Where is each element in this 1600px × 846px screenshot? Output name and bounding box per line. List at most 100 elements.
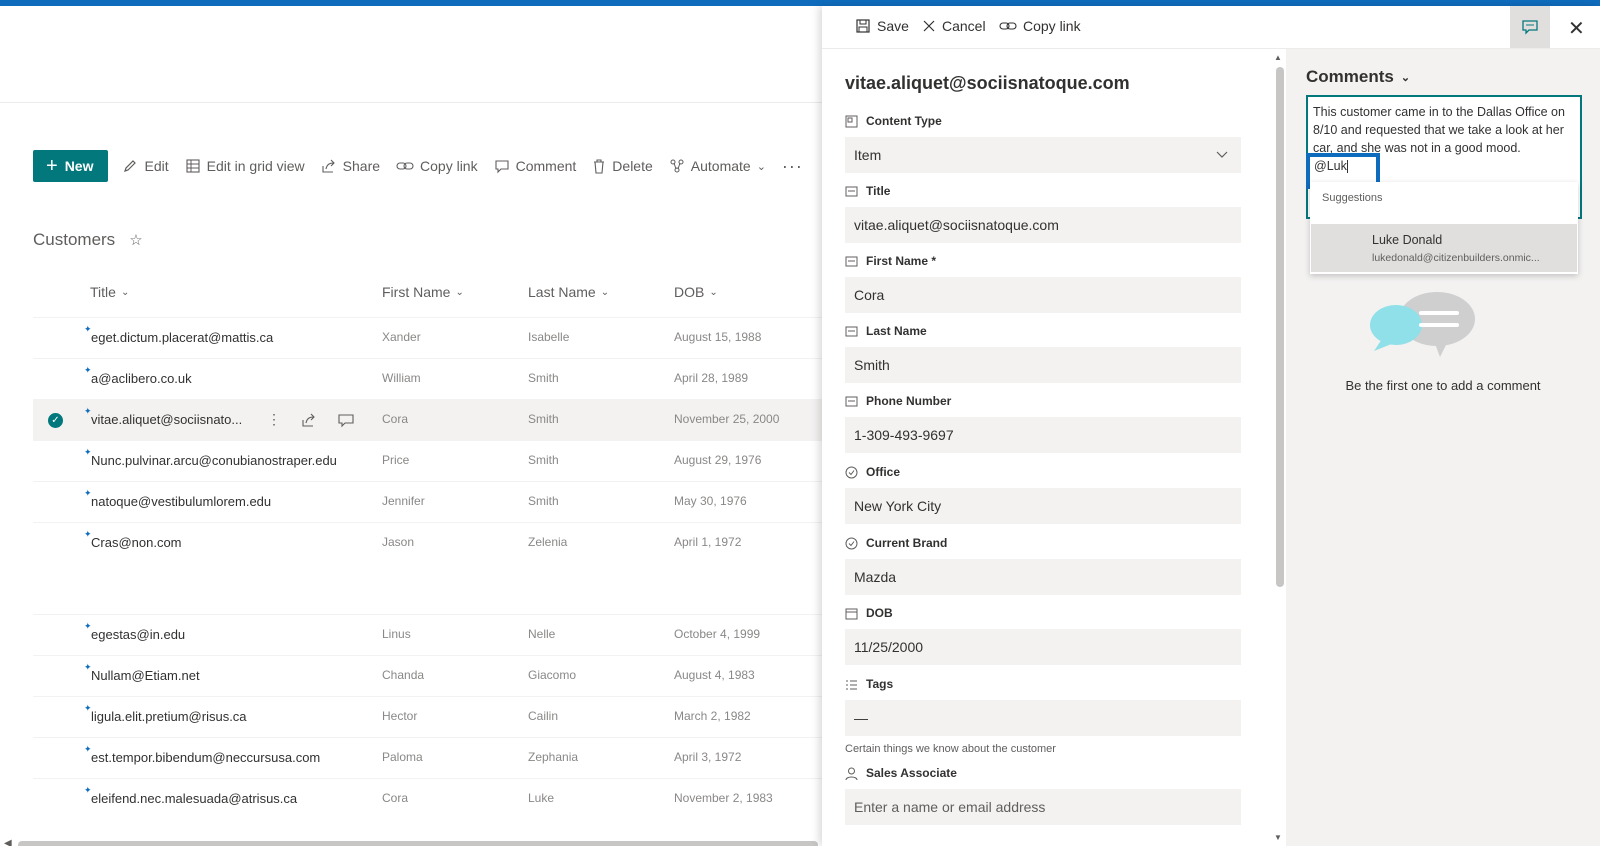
save-button[interactable]: Save <box>855 18 909 34</box>
comment-icon <box>495 160 509 174</box>
input-value: Smith <box>854 357 890 373</box>
row-title[interactable]: Nunc.pulvinar.arcu@conubianostraper.edu <box>91 453 337 468</box>
scroll-left-icon[interactable]: ◀ <box>4 838 12 846</box>
column-label: Last Name <box>528 284 596 300</box>
phone-field: Phone Number 1-309-493-9697 <box>845 392 1241 453</box>
table-row[interactable]: ✓ ✦ vitae.aliquet@sociisnato... ⋮ Cora Smith N… <box>33 399 822 440</box>
trash-icon <box>594 159 605 174</box>
last-name-input[interactable]: Smith <box>845 347 1241 383</box>
chevron-down-icon: ⌄ <box>600 286 610 298</box>
row-title[interactable]: eleifend.nec.malesuada@atrisus.ca <box>91 791 297 806</box>
table-row[interactable]: ✦ est.tempor.bibendum@neccursusa.com Palom… <box>33 737 822 778</box>
row-first-name: Jason <box>382 535 415 549</box>
cancel-button[interactable]: Cancel <box>922 18 986 34</box>
chevron-down-icon: ⌄ <box>709 286 718 298</box>
row-title[interactable]: Cras@non.com <box>91 535 182 550</box>
tags-input[interactable]: — <box>845 700 1241 736</box>
suggestion-item[interactable]: Luke Donald lukedonald@citizenbuilders.o… <box>1311 224 1577 272</box>
table-row[interactable]: ✦ eget.dictum.placerat@mattis.ca Xander Isa… <box>33 317 822 358</box>
row-title[interactable]: vitae.aliquet@sociisnato... <box>91 412 242 427</box>
table-row[interactable]: ✦ Cras@non.com Jason Zelenia April 1, 1972 <box>33 522 822 563</box>
sales-associate-input[interactable]: Enter a name or email address <box>845 789 1241 825</box>
share-button[interactable]: Share <box>321 158 380 174</box>
content-type-field: Content Type Item <box>845 112 1241 173</box>
delete-label: Delete <box>612 158 653 174</box>
empty-comments-message: Be the first one to add a comment <box>1345 378 1541 393</box>
automate-button[interactable]: Automate ⌄ <box>669 158 766 174</box>
suggestions-header: Suggestions <box>1322 192 1383 204</box>
row-title[interactable]: egestas@in.edu <box>91 627 185 642</box>
scroll-down-icon[interactable]: ▼ <box>1274 833 1282 842</box>
column-header-title[interactable]: Title ⌄ <box>90 284 129 300</box>
table-row[interactable]: ✦ natoque@vestibulumlorem.edu Jennifer Smit… <box>33 481 822 522</box>
more-vertical-icon[interactable]: ⋮ <box>267 411 281 428</box>
row-last-name: Isabelle <box>528 330 570 344</box>
current-brand-field: Current Brand Mazda <box>845 534 1241 595</box>
automate-icon <box>670 159 684 173</box>
sales-associate-field: Sales Associate Enter a name or email ad… <box>845 764 1241 825</box>
form-scroll-thumb[interactable] <box>1276 67 1284 587</box>
row-title[interactable]: Nullam@Etiam.net <box>91 668 200 683</box>
command-bar: + New Edit Edit in grid view Share Copy … <box>33 147 803 185</box>
table-row[interactable]: ✦ eleifend.nec.malesuada@atrisus.ca Cora Lu… <box>33 778 822 819</box>
table-row[interactable]: ✦ Nullam@Etiam.net Chanda Giacomo August 4, … <box>33 655 822 696</box>
dob-input[interactable]: 11/25/2000 <box>845 629 1241 665</box>
copy-link-button[interactable]: Copy link <box>396 158 478 174</box>
comment-button[interactable]: Comment <box>494 158 577 174</box>
close-panel-button[interactable]: ✕ <box>1568 16 1585 41</box>
content-type-select[interactable]: Item <box>845 137 1241 173</box>
row-dob: April 28, 1989 <box>674 371 749 385</box>
chevron-down-icon: ⌄ <box>455 286 464 298</box>
table-row[interactable]: ✦ egestas@in.edu Linus Nelle October 4, 1999 <box>33 614 822 655</box>
edit-button[interactable]: Edit <box>122 158 169 174</box>
comments-pane: Comments ⌄ This customer came in to the … <box>1286 49 1600 846</box>
edit-grid-button[interactable]: Edit in grid view <box>185 158 305 174</box>
column-header-first-name[interactable]: First Name ⌄ <box>382 284 464 300</box>
edit-label: Edit <box>144 158 169 174</box>
share-icon[interactable] <box>301 412 317 428</box>
row-title[interactable]: ligula.elit.pretium@risus.ca <box>91 709 247 724</box>
scroll-up-icon[interactable]: ▲ <box>1274 53 1282 62</box>
list-title-text: Customers <box>33 230 116 249</box>
row-dob: May 30, 1976 <box>674 494 747 508</box>
first-name-input[interactable]: Cora <box>845 277 1241 313</box>
delete-button[interactable]: Delete <box>592 158 653 174</box>
column-header-dob[interactable]: DOB ⌄ <box>674 284 718 300</box>
row-dob: August 29, 1976 <box>674 453 762 467</box>
row-title[interactable]: a@aclibero.co.uk <box>91 371 192 386</box>
row-last-name: Cailin <box>528 709 559 723</box>
table-row[interactable]: ✦ a@aclibero.co.uk William Smith April 28, 1… <box>33 358 822 399</box>
current-brand-label: Current Brand <box>845 534 1241 552</box>
table-row[interactable]: ✦ Nunc.pulvinar.arcu@conubianostraper.edu… <box>33 440 822 481</box>
office-label: Office <box>845 463 1241 481</box>
label-text: DOB <box>866 606 893 620</box>
row-title[interactable]: eget.dictum.placerat@mattis.ca <box>91 330 273 345</box>
content-type-label: Content Type <box>845 112 1241 130</box>
comments-toggle-button[interactable] <box>1510 6 1550 48</box>
office-field: Office New York City <box>845 463 1241 524</box>
choice-icon <box>845 537 858 549</box>
horizontal-scroll-thumb[interactable] <box>18 841 818 846</box>
form-vertical-scrollbar[interactable]: ▲ ▼ <box>1272 49 1286 846</box>
input-placeholder: Enter a name or email address <box>854 799 1046 815</box>
column-header-last-name[interactable]: Last Name ⌄ <box>528 284 609 300</box>
current-brand-select[interactable]: Mazda <box>845 559 1241 595</box>
phone-input[interactable]: 1-309-493-9697 <box>845 417 1241 453</box>
comments-header[interactable]: Comments ⌄ <box>1306 67 1410 87</box>
row-first-name: Paloma <box>382 750 423 764</box>
title-input[interactable]: vitae.aliquet@sociisnatoque.com <box>845 207 1241 243</box>
row-dob: November 25, 2000 <box>674 412 780 426</box>
more-options-button[interactable]: ··· <box>782 156 803 177</box>
check-icon[interactable]: ✓ <box>48 413 63 428</box>
horizontal-scrollbar[interactable]: ◀ <box>0 836 822 846</box>
select-value: New York City <box>854 498 942 514</box>
comment-icon[interactable] <box>337 412 355 428</box>
panel-copy-link-button[interactable]: Copy link <box>999 18 1081 34</box>
new-button[interactable]: + New <box>33 150 109 182</box>
star-icon[interactable]: ☆ <box>129 231 142 249</box>
table-row[interactable]: ✦ ligula.elit.pretium@risus.ca Hector Caili… <box>33 696 822 737</box>
comment-label: Comment <box>515 158 577 174</box>
row-title[interactable]: natoque@vestibulumlorem.edu <box>91 494 271 509</box>
row-title[interactable]: est.tempor.bibendum@neccursusa.com <box>91 750 320 765</box>
office-select[interactable]: New York City <box>845 488 1241 524</box>
